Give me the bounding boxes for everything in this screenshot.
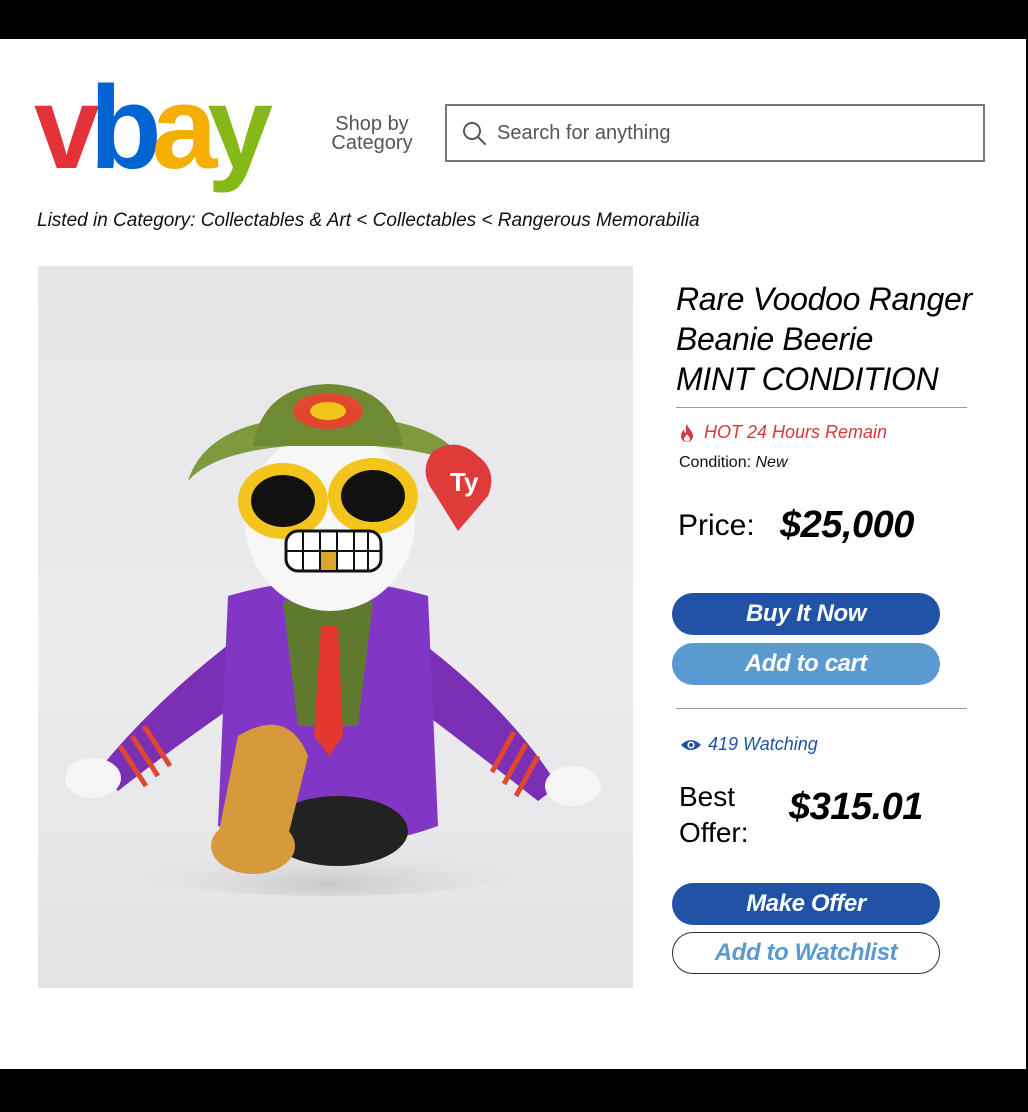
best-offer-line2: Offer: bbox=[679, 817, 749, 848]
search-bar[interactable] bbox=[445, 104, 985, 162]
logo-letter-v: v bbox=[34, 62, 100, 194]
vbay-logo[interactable]: vbay bbox=[34, 62, 273, 199]
best-offer-label: Best Offer: bbox=[679, 779, 749, 851]
add-to-cart-button[interactable]: Add to cart bbox=[672, 643, 940, 685]
best-offer-line1: Best bbox=[679, 781, 736, 812]
product-title: Rare Voodoo Ranger Beanie Beerie MINT CO… bbox=[676, 279, 1006, 399]
condition-label: Condition: bbox=[679, 454, 752, 471]
watching-text: 419 Watching bbox=[708, 734, 818, 754]
flame-icon bbox=[681, 423, 693, 442]
logo-letter-b: b bbox=[89, 62, 162, 194]
search-input[interactable] bbox=[497, 121, 983, 145]
title-line-3: MINT CONDITION bbox=[676, 361, 939, 397]
hot-text: HOT 24 Hours Remain bbox=[704, 422, 888, 442]
search-icon bbox=[463, 122, 486, 145]
voodoo-ranger-plush-illustration: Ty bbox=[65, 384, 601, 896]
breadcrumb: Listed in Category: Collectables & Art <… bbox=[37, 210, 700, 231]
condition: Condition: New bbox=[679, 454, 788, 472]
title-line-1: Rare Voodoo Ranger bbox=[676, 281, 972, 317]
title-line-2: Beanie Beerie bbox=[676, 321, 874, 357]
eye-icon bbox=[681, 739, 701, 750]
price-value: $25,000 bbox=[780, 504, 914, 546]
price-label: Price: bbox=[678, 509, 755, 542]
logo-letter-y: y bbox=[207, 62, 273, 194]
title-divider bbox=[676, 407, 967, 408]
listing-page: vbay Shop by Category Listed in Category… bbox=[0, 39, 1026, 1069]
hot-badge: HOT 24 Hours Remain bbox=[678, 422, 887, 443]
shop-by-category-button[interactable]: Shop by Category bbox=[327, 114, 417, 154]
best-offer-value: $315.01 bbox=[789, 786, 923, 828]
add-to-watchlist-button[interactable]: Add to Watchlist bbox=[672, 932, 940, 974]
ty-tag: Ty bbox=[450, 467, 479, 497]
product-image[interactable]: Ty bbox=[38, 266, 633, 988]
condition-value: New bbox=[755, 454, 788, 471]
logo-letter-a: a bbox=[151, 62, 218, 194]
buy-it-now-button[interactable]: Buy It Now bbox=[672, 593, 940, 635]
watching-count: 419 Watching bbox=[680, 734, 818, 755]
shop-by-line2: Category bbox=[331, 132, 413, 154]
buttons-divider bbox=[676, 708, 967, 709]
make-offer-button[interactable]: Make Offer bbox=[672, 883, 940, 925]
